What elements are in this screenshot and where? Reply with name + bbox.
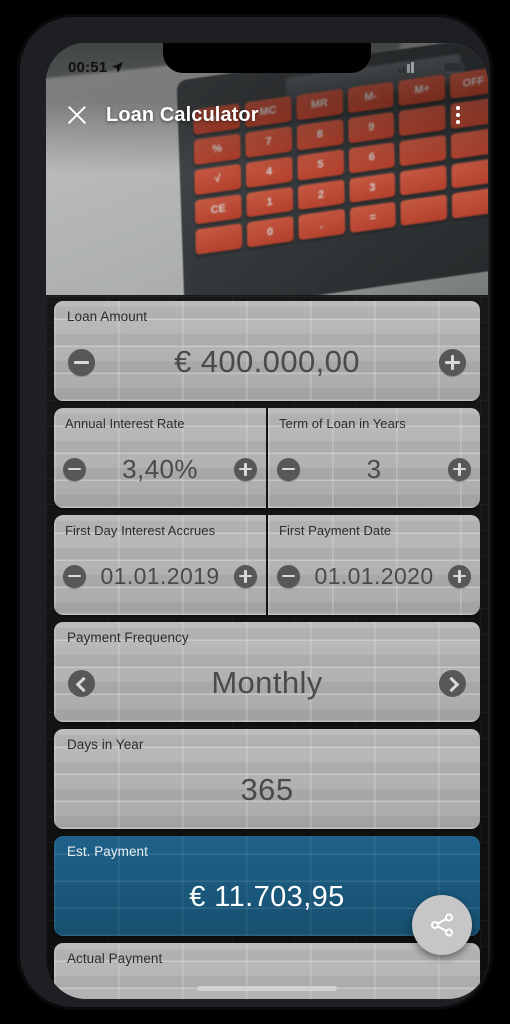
card-term-of-loan[interactable]: Term of Loan in Years 3 (268, 408, 480, 508)
loan-input-list[interactable]: Loan Amount € 400.000,00 Annual Interest… (46, 295, 488, 999)
close-icon[interactable] (64, 102, 90, 128)
overflow-menu-icon[interactable] (446, 102, 470, 128)
status-bar-left: 00:51 (68, 55, 124, 76)
app-bar: Loan Calculator (46, 87, 488, 143)
payment-frequency-value: Monthly (211, 665, 323, 700)
card-label: Actual Payment (67, 951, 163, 966)
rate-term-row: Annual Interest Rate 3,40% Term of Loan … (54, 408, 480, 508)
device-notch (163, 43, 371, 73)
card-label: Days in Year (67, 737, 144, 752)
card-annual-interest-rate[interactable]: Annual Interest Rate 3,40% (54, 408, 266, 508)
card-days-in-year[interactable]: Days in Year 365 (54, 729, 480, 829)
interest-rate-increment-button[interactable] (234, 457, 257, 481)
status-bar-right (397, 57, 467, 73)
share-button[interactable] (412, 895, 472, 955)
est-payment-value: € 11.703,95 (189, 880, 345, 913)
page-title: Loan Calculator (106, 103, 259, 126)
interest-rate-decrement-button[interactable] (63, 457, 86, 481)
loan-amount-increment-button[interactable] (439, 348, 466, 376)
payment-date-value: 01.01.2020 (314, 562, 434, 589)
location-arrow-icon (112, 61, 124, 73)
loan-amount-value: € 400.000,00 (174, 344, 360, 379)
card-first-payment-date[interactable]: First Payment Date 01.01.2020 (268, 515, 480, 615)
card-label: First Day Interest Accrues (65, 523, 216, 538)
wifi-icon (420, 62, 436, 73)
payment-date-increment-button[interactable] (448, 564, 471, 588)
share-icon (430, 913, 454, 937)
loan-amount-decrement-button[interactable] (68, 348, 95, 376)
interest-rate-value: 3,40% (122, 453, 198, 484)
term-decrement-button[interactable] (277, 457, 300, 481)
status-time: 00:51 (68, 58, 108, 76)
dates-row: First Day Interest Accrues 01.01.2019 Fi… (54, 515, 480, 615)
term-value: 3 (366, 453, 382, 484)
card-first-day-interest-accrues[interactable]: First Day Interest Accrues 01.01.2019 (54, 515, 266, 615)
frequency-next-button[interactable] (439, 669, 466, 697)
cellular-signal-icon (397, 61, 414, 73)
app-screen: +/- MC MR M- M+ OFF % 7 8 9 √ 4 5 6 (46, 43, 488, 999)
accrual-date-value: 01.01.2019 (100, 562, 220, 589)
accrual-date-decrement-button[interactable] (63, 564, 86, 588)
card-label: Payment Frequency (67, 630, 189, 645)
card-loan-amount[interactable]: Loan Amount € 400.000,00 (54, 301, 480, 401)
payment-date-decrement-button[interactable] (277, 564, 300, 588)
card-label: Annual Interest Rate (65, 416, 185, 431)
home-indicator (197, 986, 337, 991)
device-frame: +/- MC MR M- M+ OFF % 7 8 9 √ 4 5 6 (17, 14, 493, 1010)
device-screen-area: +/- MC MR M- M+ OFF % 7 8 9 √ 4 5 6 (46, 43, 488, 999)
card-label: Est. Payment (67, 844, 148, 859)
frequency-previous-button[interactable] (68, 669, 95, 697)
days-in-year-value: 365 (240, 772, 294, 807)
card-label: Loan Amount (67, 309, 148, 324)
battery-icon (442, 61, 466, 73)
card-payment-frequency[interactable]: Payment Frequency Monthly (54, 622, 480, 722)
term-increment-button[interactable] (448, 457, 471, 481)
card-label: Term of Loan in Years (279, 416, 406, 431)
card-label: First Payment Date (279, 523, 392, 538)
accrual-date-increment-button[interactable] (234, 564, 257, 588)
